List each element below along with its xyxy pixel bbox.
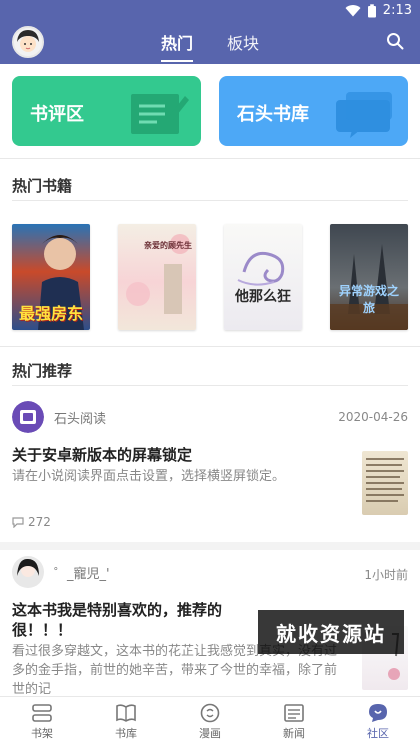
nav-bookshelf[interactable]: 书架	[7, 697, 77, 746]
post-author[interactable]: 石头阅读	[54, 408, 106, 427]
divider	[0, 158, 420, 159]
divider	[0, 346, 420, 347]
post-date: 1小时前	[364, 568, 408, 582]
watermark-banner: 就收资源站	[258, 610, 404, 654]
book-review-card[interactable]: 书评区	[12, 76, 201, 146]
nav-label: 书架	[31, 726, 53, 740]
search-icon[interactable]	[386, 32, 404, 50]
book-cover[interactable]: 异常游戏之旅	[330, 224, 408, 330]
open-book-icon	[116, 703, 136, 722]
nav-label: 漫画	[199, 726, 221, 740]
news-icon	[284, 703, 304, 722]
book-cover[interactable]: 最强房东	[12, 224, 90, 330]
post-thumbnail[interactable]	[362, 451, 408, 515]
post-card[interactable]: 石头阅读 2020-04-26 关于安卓新版本的屏幕锁定 请在小说阅读界面点击设…	[0, 395, 420, 535]
notebook-pen-icon	[131, 94, 189, 134]
user-photo-icon	[12, 556, 44, 588]
book-cover-title: 亲爱的顾先生	[144, 241, 192, 250]
nav-label: 新闻	[283, 726, 305, 740]
comment-count-value: 272	[28, 515, 51, 529]
tab-hot[interactable]: 热门	[160, 30, 194, 62]
tab-boards[interactable]: 板块	[227, 30, 259, 60]
nav-community[interactable]: 社区	[343, 697, 413, 746]
author-avatar[interactable]	[12, 556, 44, 588]
book-cover-title: 异常游戏之旅	[338, 284, 399, 315]
stone-library-card[interactable]: 石头书库	[219, 76, 408, 146]
bookshelf-icon	[32, 703, 52, 722]
post-title[interactable]: 这本书我是特别喜欢的，推荐的很！！！	[12, 600, 252, 640]
comment-count[interactable]: 272	[12, 515, 51, 529]
book-cover[interactable]: 亲爱的顾先生	[118, 224, 196, 330]
battery-icon	[367, 3, 376, 17]
quick-cards: 书评区 石头书库	[12, 76, 408, 146]
hot-recommend-title: 热门推荐	[12, 362, 73, 380]
book-cover-title: 他那么狂	[235, 289, 291, 305]
nav-library[interactable]: 书库	[91, 697, 161, 746]
post-author-row: ゜_寵児_'	[12, 556, 110, 588]
hot-books-title: 热门书籍	[12, 177, 73, 195]
stone-library-label: 石头书库	[237, 104, 309, 125]
post-author[interactable]: ゜_寵児_'	[54, 563, 110, 582]
header-tabs: 热门 板块	[0, 30, 420, 62]
app-screen: 2:13 热门 板块 书评区 石头书库 热门书籍 最强房东 亲爱的顾先生 他那么…	[0, 0, 420, 746]
text-page-icon	[366, 458, 404, 502]
author-avatar[interactable]	[12, 401, 44, 433]
divider	[12, 385, 408, 386]
post-title[interactable]: 关于安卓新版本的屏幕锁定	[12, 445, 342, 465]
bottom-nav: 书架 书库 漫画 新闻 社区	[0, 696, 420, 746]
post-author-row: 石头阅读	[12, 401, 106, 433]
cover-art-icon	[237, 251, 285, 286]
chat-bubble-icon	[336, 92, 392, 138]
book-review-label: 书评区	[30, 104, 84, 125]
comment-icon	[12, 516, 24, 528]
post-excerpt: 请在小说阅读界面点击设置，选择横竖屏锁定。	[12, 469, 286, 484]
status-time: 2:13	[382, 3, 412, 18]
divider	[12, 200, 408, 201]
post-date: 2020-04-26	[338, 410, 408, 424]
nav-label: 书库	[115, 726, 137, 740]
nav-comics[interactable]: 漫画	[175, 697, 245, 746]
nav-label: 社区	[367, 726, 389, 740]
nav-news[interactable]: 新闻	[259, 697, 329, 746]
top-header: 2:13 热门 板块	[0, 0, 420, 64]
hot-books-list: 最强房东 亲爱的顾先生 他那么狂 异常游戏之旅	[12, 224, 408, 330]
community-icon	[369, 703, 387, 722]
book-cover[interactable]: 他那么狂	[224, 224, 302, 330]
post-separator	[0, 542, 420, 550]
book-cover-title: 最强房东	[18, 304, 83, 323]
wifi-icon	[345, 4, 361, 17]
comic-icon	[200, 703, 220, 722]
book-logo-icon	[12, 401, 44, 433]
status-bar: 2:13	[345, 3, 412, 18]
